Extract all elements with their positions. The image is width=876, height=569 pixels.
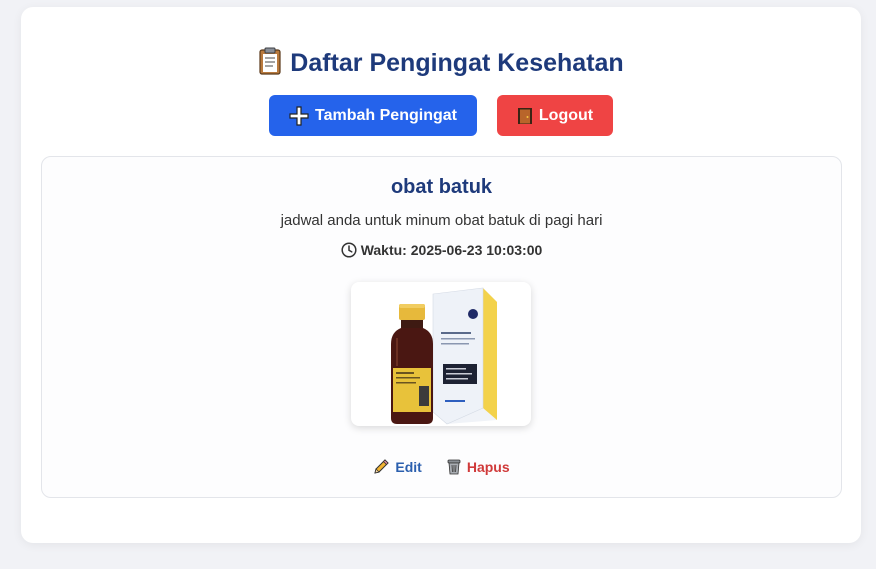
add-reminder-button[interactable]: Tambah Pengingat (269, 95, 477, 136)
delete-label: Hapus (466, 458, 510, 475)
reminder-image (351, 282, 531, 426)
logout-label: Logout (538, 106, 594, 124)
page-title: Daftar Pengingat Kesehatan (290, 49, 624, 77)
logout-button[interactable]: Logout (497, 95, 613, 136)
reminder-time: Waktu: 2025-06-23 10:03:00 (42, 242, 841, 261)
reminder-card: obat batuk jadwal anda untuk minum obat … (41, 156, 842, 498)
reminder-title: obat batuk (390, 176, 493, 198)
add-reminder-label: Tambah Pengingat (315, 106, 457, 124)
plus-icon (289, 105, 309, 126)
door-icon (517, 107, 533, 125)
time-value: 2025-06-23 10:03:00 (410, 242, 543, 258)
delete-button[interactable]: Hapus (446, 458, 510, 475)
reminder-description: jadwal anda untuk minum obat batuk di pa… (280, 212, 603, 229)
edit-label: Edit (395, 458, 422, 475)
page-title-row: Daftar Pengingat Kesehatan (21, 47, 861, 82)
clock-icon (341, 242, 357, 261)
medicine-image (391, 287, 497, 425)
edit-button[interactable]: Edit (373, 458, 422, 475)
pencil-icon (373, 458, 390, 475)
main-container: Daftar Pengingat Kesehatan Tambah Pengin… (21, 7, 861, 543)
toolbar: Tambah Pengingat Logout (21, 95, 861, 136)
time-label: Waktu: (360, 242, 407, 258)
clipboard-icon (258, 47, 282, 82)
trash-icon (446, 458, 462, 475)
reminder-actions: Edit Hapus (42, 458, 841, 475)
